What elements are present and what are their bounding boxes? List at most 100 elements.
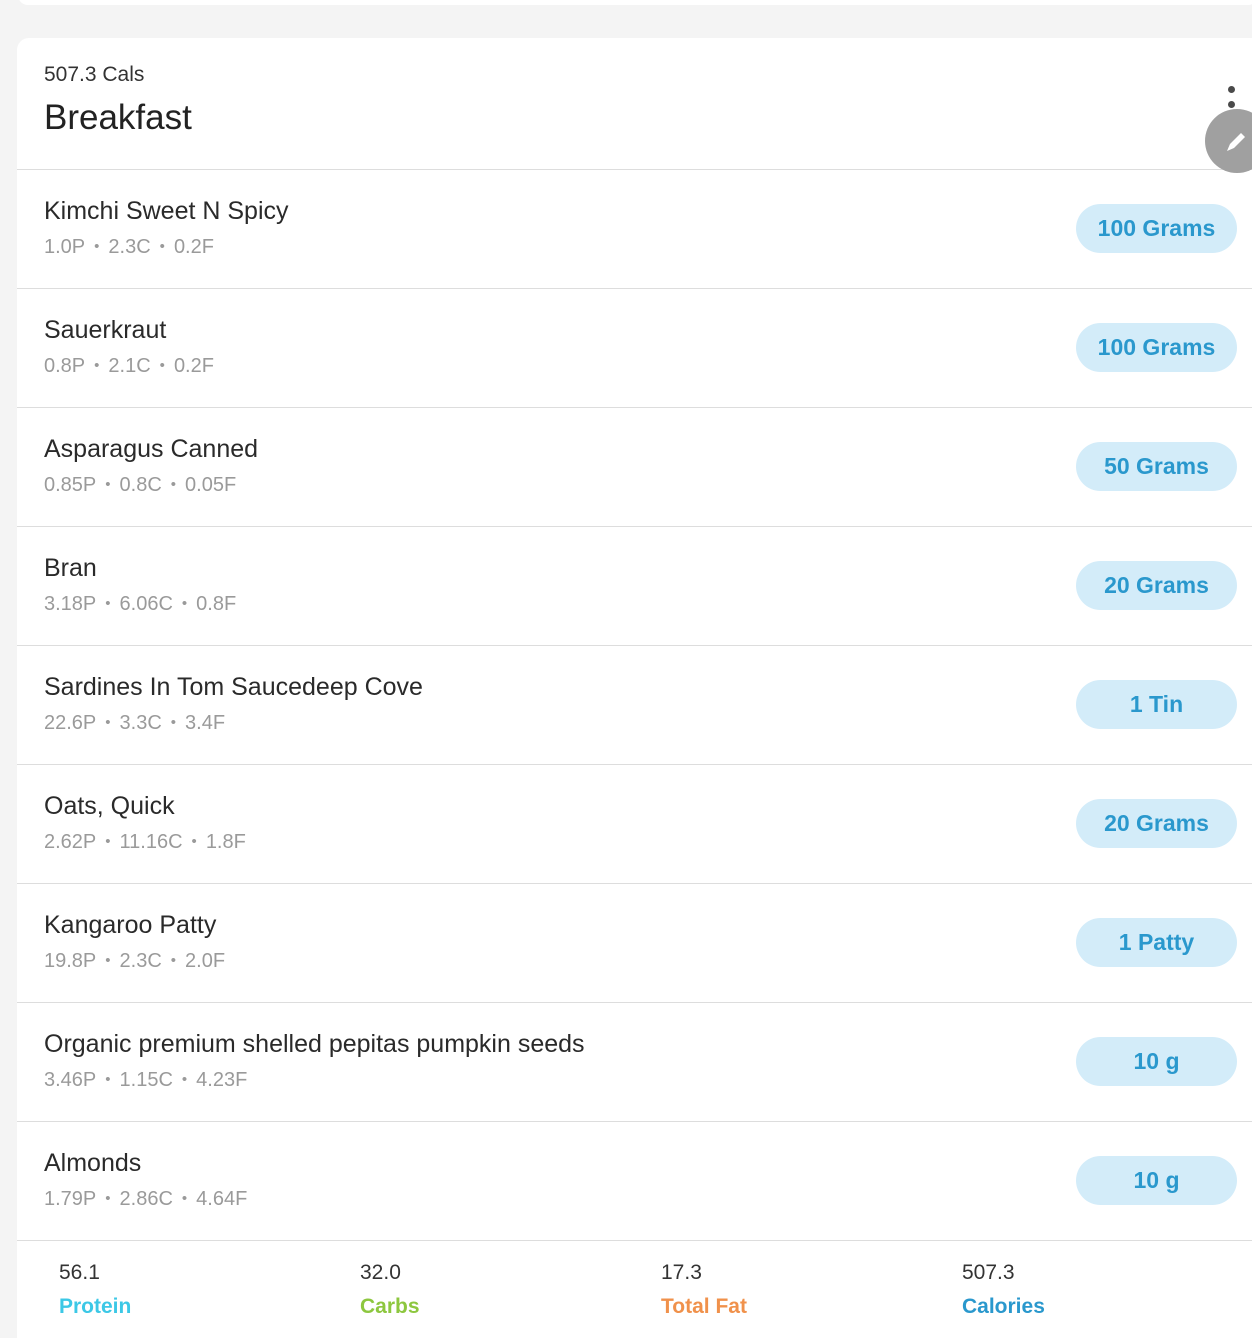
food-item-protein: 0.8P [44,355,86,377]
food-item-macros: 3.46P • 1.15C • 4.23F [44,1069,247,1092]
fat-total-value: 17.3 [661,1261,702,1284]
food-item-fat: 0.2F [173,355,214,377]
protein-total-label: Protein [59,1295,132,1318]
meal-calories: 507.3 Cals [44,63,145,86]
food-item-fat: 0.2F [173,236,214,258]
meal-title: Breakfast [44,98,192,137]
macro-summary: 56.1 Protein 32.0 Carbs 17.3 Total Fat 5… [17,1241,1252,1338]
more-vertical-icon-dot [1228,101,1235,108]
food-item-protein: 1.0P [44,236,86,258]
separator-dot: • [181,595,188,612]
meal-card: 507.3 Cals Breakfast Kimchi Sweet N Spic… [17,38,1252,1338]
separator-dot: • [105,833,111,850]
food-item-carbs: 1.15C [119,1069,173,1091]
food-item-protein: 2.62P [44,831,97,853]
food-item-row[interactable]: Sauerkraut 0.8P • 2.1C • 0.2F 100 Grams [17,289,1252,408]
food-item-carbs: 2.1C [108,355,151,377]
separator-dot: • [105,595,111,612]
food-item-list: Kimchi Sweet N Spicy 1.0P • 2.3C • 0.2F 100 Gr… [17,170,1252,1241]
protein-total-value: 56.1 [59,1261,100,1284]
separator-dot: • [105,714,111,731]
summary-fat: 17.3 Total Fat [661,1261,747,1319]
quantity-button[interactable]: 1 Patty [1076,918,1237,967]
carbs-total-value: 32.0 [360,1261,401,1284]
food-item-name: Almonds [44,1149,142,1177]
food-item-carbs: 3.3C [119,712,162,734]
calories-total-value: 507.3 [962,1261,1015,1284]
food-item-macros: 22.6P • 3.3C • 3.4F [44,712,225,735]
food-item-carbs: 0.8C [119,474,162,496]
fat-total-label: Total Fat [661,1295,747,1318]
food-item-macros: 2.62P • 11.16C • 1.8F [44,831,246,854]
food-item-fat: 0.05F [185,474,237,496]
food-item-name: Oats, Quick [44,792,175,820]
food-item-row[interactable]: Sardines In Tom Saucedeep Cove 22.6P • 3.3C… [17,646,1252,765]
food-item-protein: 19.8P [44,950,97,972]
food-item-macros: 1.0P • 2.3C • 0.2F [44,236,214,259]
separator-dot: • [170,476,177,493]
meal-header: 507.3 Cals Breakfast [17,38,1252,170]
food-item-name: Sardines In Tom Saucedeep Cove [44,673,423,701]
food-item-macros: 3.18P • 6.06C • 0.8F [44,593,236,616]
food-item-fat: 2.0F [185,950,226,972]
food-item-name: Organic premium shelled pepitas pumpkin … [44,1030,585,1058]
food-item-carbs: 6.06C [119,593,173,615]
food-item-row[interactable]: Organic premium shelled pepitas pumpkin … [17,1003,1252,1122]
food-item-name: Sauerkraut [44,316,167,344]
food-item-carbs: 11.16C [119,831,183,853]
food-item-name: Bran [44,554,97,582]
quantity-button[interactable]: 50 Grams [1076,442,1237,491]
food-item-row[interactable]: Almonds 1.79P • 2.86C • 4.64F 10 g [17,1122,1252,1241]
quantity-button[interactable]: 10 g [1076,1156,1237,1205]
food-item-protein: 22.6P [44,712,97,734]
food-item-macros: 19.8P • 2.3C • 2.0F [44,950,225,973]
food-item-carbs: 2.3C [108,236,151,258]
food-item-fat: 1.8F [205,831,246,853]
calories-total-label: Calories [962,1295,1045,1318]
summary-protein: 56.1 Protein [59,1261,131,1319]
separator-dot: • [191,833,197,850]
food-item-carbs: 2.3C [119,950,162,972]
food-item-macros: 0.85P • 0.8C • 0.05F [44,474,236,497]
food-item-fat: 4.64F [196,1188,248,1210]
separator-dot: • [94,357,100,374]
food-item-row[interactable]: Oats, Quick 2.62P • 11.16C • 1.8F 20 Grams [17,765,1252,884]
quantity-button[interactable]: 20 Grams [1076,799,1237,848]
separator-dot: • [105,1071,111,1088]
carbs-total-label: Carbs [360,1295,420,1318]
food-item-macros: 1.79P • 2.86C • 4.64F [44,1188,247,1211]
quantity-button[interactable]: 100 Grams [1076,204,1237,253]
food-item-name: Asparagus Canned [44,435,259,463]
food-item-carbs: 2.86C [119,1188,173,1210]
separator-dot: • [159,357,165,374]
food-item-row[interactable]: Bran 3.18P • 6.06C • 0.8F 20 Grams [17,527,1252,646]
food-item-protein: 1.79P [44,1188,97,1210]
separator-dot: • [105,476,111,493]
food-item-row[interactable]: Kangaroo Patty 19.8P • 2.3C • 2.0F 1 Patty [17,884,1252,1003]
food-item-macros: 0.8P • 2.1C • 0.2F [44,355,214,378]
separator-dot: • [94,238,100,255]
separator-dot: • [105,1190,111,1207]
food-item-protein: 3.46P [44,1069,97,1091]
food-item-row[interactable]: Kimchi Sweet N Spicy 1.0P • 2.3C • 0.2F 100 Gr… [17,170,1252,289]
quantity-button[interactable]: 1 Tin [1076,680,1237,729]
quantity-button[interactable]: 100 Grams [1076,323,1237,372]
summary-carbs: 32.0 Carbs [360,1261,420,1319]
separator-dot: • [181,1190,188,1207]
food-item-fat: 4.23F [196,1069,248,1091]
food-item-protein: 0.85P [44,474,97,496]
more-vertical-icon [1228,86,1235,93]
food-item-protein: 3.18P [44,593,97,615]
food-item-name: Kimchi Sweet N Spicy [44,197,289,225]
separator-dot: • [170,714,177,731]
quantity-button[interactable]: 20 Grams [1076,561,1237,610]
separator-dot: • [170,952,177,969]
food-item-fat: 0.8F [196,593,237,615]
summary-calories: 507.3 Calories [962,1261,1045,1319]
food-item-name: Kangaroo Patty [44,911,217,939]
quantity-button[interactable]: 10 g [1076,1037,1237,1086]
food-item-fat: 3.4F [185,712,226,734]
food-item-row[interactable]: Asparagus Canned 0.85P • 0.8C • 0.05F 50 Grams [17,408,1252,527]
previous-card-edge [18,0,1252,5]
separator-dot: • [181,1071,188,1088]
